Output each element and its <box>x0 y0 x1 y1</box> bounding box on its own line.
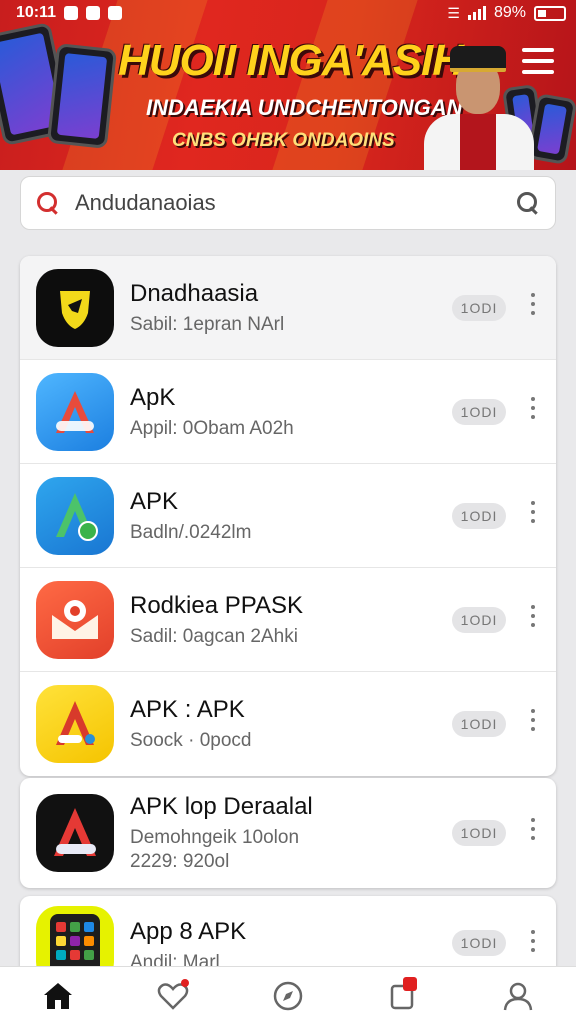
notification-dot <box>180 978 189 987</box>
app-subtitle: Appil: 0Obam A02h <box>130 417 294 439</box>
search-icon <box>35 190 61 216</box>
message-icon <box>108 6 123 20</box>
more-options-icon[interactable] <box>526 604 540 635</box>
notification-icon <box>64 6 79 20</box>
nav-favorites-icon[interactable] <box>143 971 203 1021</box>
app-list-card: Dnadhaasia Sabil: 1epran NArl 1ODI ApK A… <box>20 256 556 776</box>
app-name: APK lop Deraalal <box>130 793 313 820</box>
nav-profile-icon[interactable] <box>488 971 548 1021</box>
apk-yellow-icon <box>36 685 114 763</box>
app-subtitle-extra: 2229: 920ol <box>130 851 230 872</box>
banner-tagline: CNBS OHBK ONDAOINS <box>172 130 395 151</box>
list-item[interactable]: APK Badln/.0242lm 1ODI <box>20 464 556 568</box>
status-badge: 1ODI <box>452 502 506 529</box>
list-item[interactable]: Dnadhaasia Sabil: 1epran NArl 1ODI <box>20 256 556 360</box>
app-subtitle: Sabil: 1epran NArl <box>130 313 285 335</box>
status-badge: 1ODI <box>452 606 506 633</box>
app-name: APK : APK <box>130 696 245 723</box>
status-badge: 1ODI <box>452 930 506 956</box>
more-options-icon[interactable] <box>526 930 540 960</box>
app-subtitle: Soock · 0pocd <box>130 730 252 751</box>
search-bar[interactable] <box>20 176 556 230</box>
bottom-navigation <box>0 966 576 1024</box>
nav-notifications-icon[interactable] <box>373 971 433 1021</box>
hamburger-menu-icon[interactable] <box>522 48 554 74</box>
app-subtitle: Sadil: 0agcan 2Ahki <box>130 625 298 647</box>
status-badge: 1ODI <box>452 398 506 425</box>
battery-level: 89% <box>493 4 526 21</box>
app-list-card: APK lop Deraalal Demohngeik 10olon 2229:… <box>20 778 556 888</box>
banner-subline: INDAEKIA UNDCHENTONGAN <box>146 95 463 120</box>
app-list-card: App 8 APK Andil: Marl 1ODI <box>20 896 556 976</box>
app-name: ApK <box>130 383 176 411</box>
app-name: App 8 APK <box>130 918 247 945</box>
status-badge: 1ODI <box>452 711 506 737</box>
nav-explore-icon[interactable] <box>258 971 318 1021</box>
list-item[interactable]: APK lop Deraalal Demohngeik 10olon 2229:… <box>20 778 556 888</box>
list-item[interactable]: ApK Appil: 0Obam A02h 1ODI <box>20 360 556 464</box>
wifi-icon: ☰ <box>447 4 460 21</box>
notification-badge <box>403 976 418 991</box>
nav-home-icon[interactable] <box>28 971 88 1021</box>
status-bar: 10:11 ☰ 89% <box>0 0 576 26</box>
list-item[interactable]: Rodkiea PPASK Sadil: 0agcan 2Ahki 1ODI <box>20 568 556 672</box>
more-options-icon[interactable] <box>526 292 540 323</box>
more-options-icon[interactable] <box>526 500 540 531</box>
status-badge: 1ODI <box>452 294 506 321</box>
status-time: 10:11 <box>16 4 57 21</box>
apk-blue-icon <box>36 372 114 451</box>
app-subtitle: Badln/.0242lm <box>130 521 252 543</box>
list-item[interactable]: APK : APK Soock · 0pocd 1ODI <box>20 672 556 776</box>
phone-graphic-icon <box>46 43 118 149</box>
shield-logo-icon <box>36 268 114 347</box>
status-badge: 1ODI <box>452 820 506 846</box>
promo-banner[interactable]: 10:11 ☰ 89% HUOII INGA'ASIH INDAEKIA UND… <box>0 0 576 170</box>
envelope-icon <box>36 580 114 659</box>
app-name: Rodkiea PPASK <box>130 591 303 619</box>
mail-icon <box>86 6 101 20</box>
search-submit-icon[interactable] <box>515 190 541 216</box>
apk-green-icon <box>36 476 114 555</box>
banner-headline: HUOII INGA'ASIH <box>118 36 464 85</box>
list-item[interactable]: App 8 APK Andil: Marl 1ODI <box>20 896 556 976</box>
app-name: APK <box>130 487 179 515</box>
apk-dark-icon <box>36 794 114 872</box>
more-options-icon[interactable] <box>526 709 540 739</box>
more-options-icon[interactable] <box>526 818 540 848</box>
app-subtitle: Demohngeik 10olon <box>130 827 300 848</box>
more-options-icon[interactable] <box>526 396 540 427</box>
search-input[interactable] <box>75 183 515 223</box>
signal-icon <box>467 6 486 20</box>
app-name: Dnadhaasia <box>130 279 259 307</box>
battery-icon <box>534 5 566 21</box>
